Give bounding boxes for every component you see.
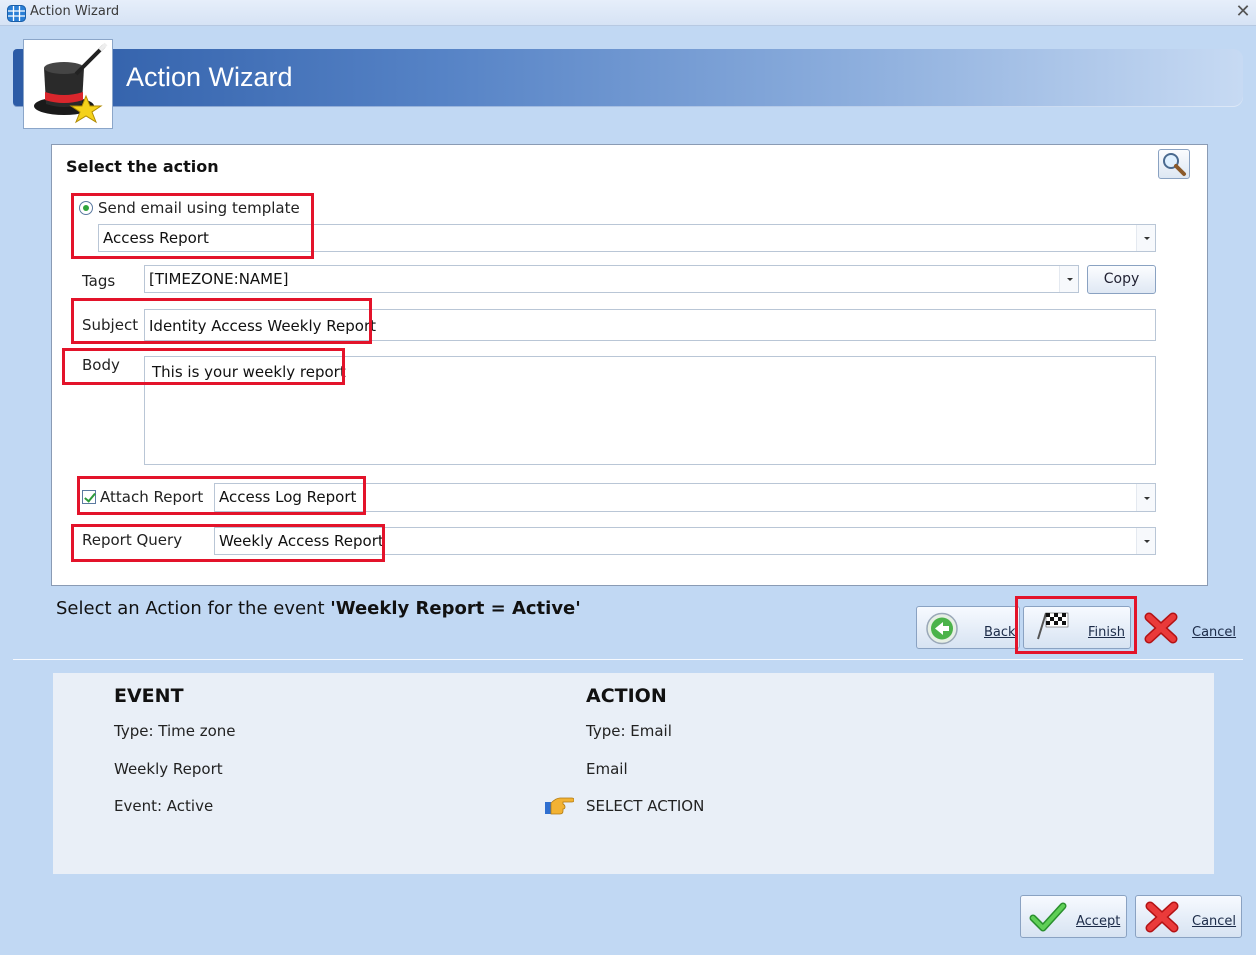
event-type: Type: Time zone [114, 722, 236, 740]
green-check-icon [1029, 902, 1067, 932]
action-type: Type: Email [586, 722, 672, 740]
attach-report-checkbox[interactable] [82, 490, 96, 504]
search-button[interactable] [1158, 149, 1190, 179]
tags-select[interactable]: [TIMEZONE:NAME] [144, 265, 1079, 293]
copy-button[interactable]: Copy [1087, 265, 1156, 294]
action-name: Email [586, 760, 628, 778]
body-textarea[interactable]: This is your weekly report [144, 356, 1156, 465]
checkered-flag-icon [1037, 612, 1069, 640]
back-button[interactable]: Back [916, 606, 1020, 649]
body-label: Body [82, 356, 120, 374]
accept-label: Accept [1076, 914, 1121, 929]
back-arrow-icon [926, 612, 958, 645]
subject-input[interactable]: Identity Access Weekly Report [144, 309, 1156, 341]
report-query-select[interactable]: Weekly Access Report [214, 527, 1156, 555]
window-titlebar: Action Wizard ✕ [0, 0, 1256, 26]
event-prompt: Select an Action for the event 'Weekly R… [56, 598, 581, 619]
wizard-logo [23, 39, 113, 129]
footer-cancel-label: Cancel [1192, 914, 1237, 929]
chevron-down-icon[interactable] [1059, 266, 1078, 292]
action-select-link[interactable]: SELECT ACTION [586, 797, 704, 815]
subject-value: Identity Access Weekly Report [149, 317, 377, 335]
red-x-icon [1144, 612, 1178, 644]
attach-report-value: Access Log Report [219, 488, 357, 506]
chevron-down-icon[interactable] [1136, 484, 1155, 511]
red-x-icon [1145, 901, 1179, 933]
send-email-radio[interactable] [79, 201, 93, 215]
cancel-button[interactable]: Cancel [1134, 606, 1242, 649]
close-window-icon[interactable]: ✕ [1232, 1, 1254, 23]
magnifier-icon [1163, 153, 1186, 176]
window-title: Action Wizard [30, 4, 120, 19]
accept-button[interactable]: Accept [1020, 895, 1127, 938]
tags-label: Tags [82, 272, 116, 290]
chevron-down-icon[interactable] [1136, 528, 1155, 554]
body-value: This is your weekly report [152, 363, 346, 381]
event-heading: EVENT [114, 685, 184, 707]
report-query-value: Weekly Access Report [219, 532, 384, 550]
send-email-label: Send email using template [98, 199, 300, 217]
attach-report-select[interactable]: Access Log Report [214, 483, 1156, 512]
event-state: Event: Active [114, 797, 214, 815]
back-label: Back [984, 625, 1016, 640]
report-query-label: Report Query [82, 531, 183, 549]
pointing-hand-icon [545, 797, 574, 815]
cancel-label: Cancel [1192, 625, 1237, 640]
event-prompt-event: 'Weekly Report = Active' [330, 598, 581, 619]
event-prompt-prefix: Select an Action for the event [56, 598, 325, 619]
magic-hat-icon [34, 42, 108, 124]
email-template-select[interactable]: Access Report [98, 224, 1156, 252]
tags-value: [TIMEZONE:NAME] [149, 270, 289, 288]
chevron-down-icon[interactable] [1136, 225, 1155, 251]
attach-report-label: Attach Report [100, 488, 204, 506]
subject-label: Subject [82, 316, 139, 334]
globe-app-icon [7, 5, 26, 22]
panel-title: Select the action [66, 157, 219, 176]
footer-cancel-button[interactable]: Cancel [1135, 895, 1242, 938]
action-heading: ACTION [586, 685, 667, 707]
event-name: Weekly Report [114, 760, 223, 778]
email-template-value: Access Report [103, 229, 209, 247]
finish-button[interactable]: Finish [1023, 606, 1131, 649]
finish-label: Finish [1088, 625, 1126, 640]
page-title: Action Wizard [126, 62, 293, 92]
divider [13, 659, 1243, 660]
